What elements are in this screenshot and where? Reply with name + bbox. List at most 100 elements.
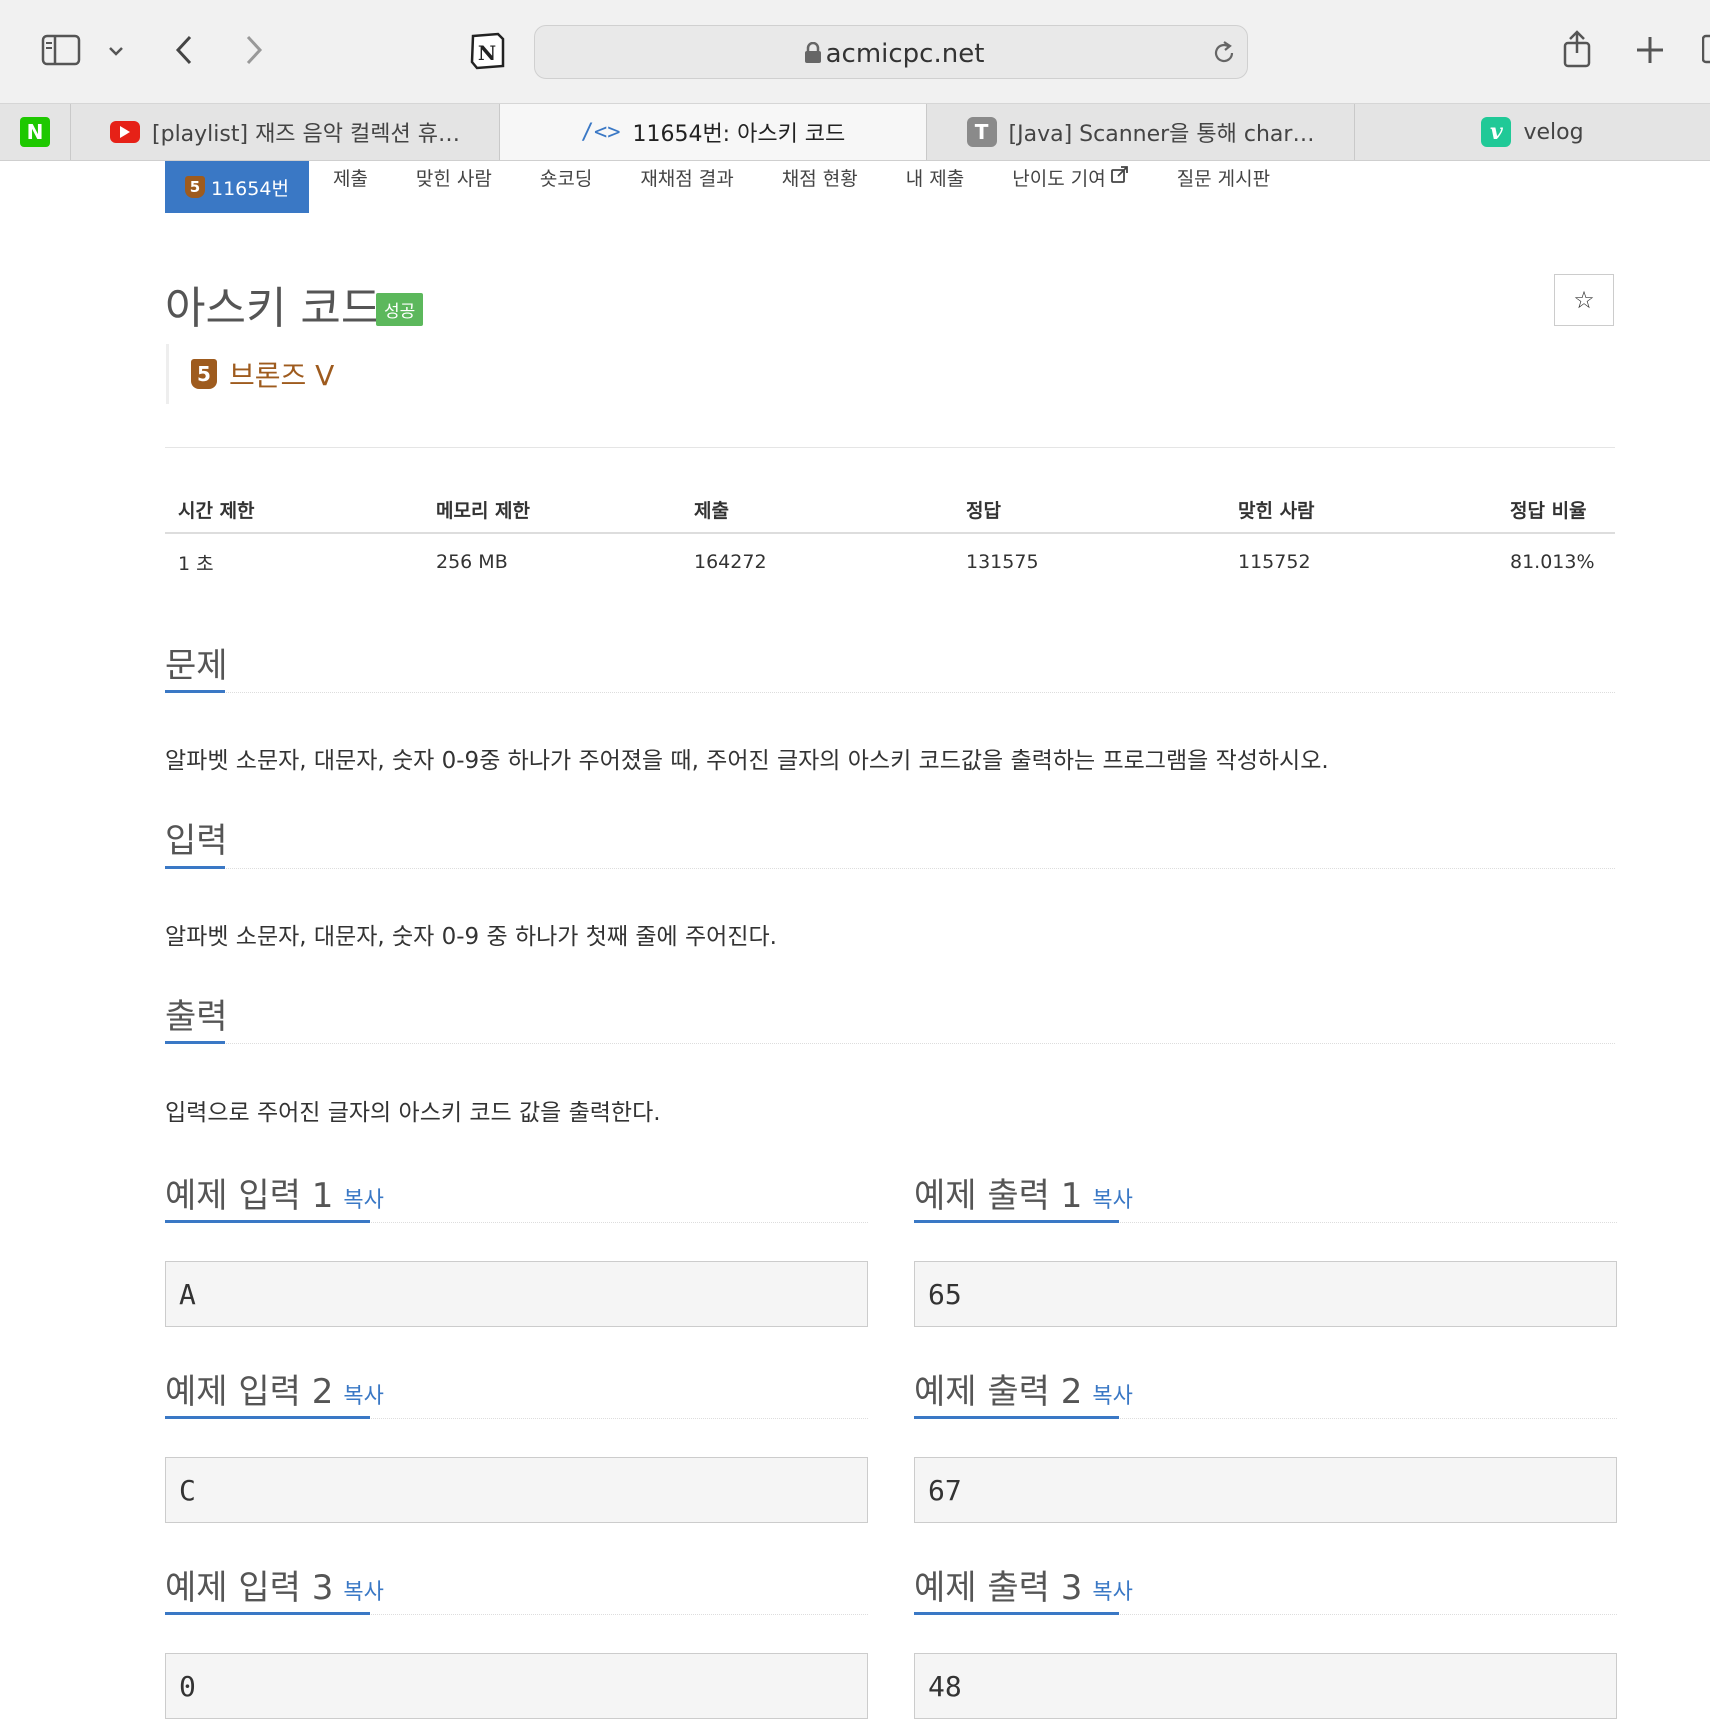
- sample-input-box[interactable]: 0: [165, 1653, 868, 1719]
- sample-input-title: 예제 입력 1 복사: [165, 1168, 384, 1217]
- table-header: 메모리 제한: [423, 486, 681, 534]
- page-title: 아스키 코드: [165, 283, 382, 334]
- subnav-difficulty[interactable]: 난이도 기여: [988, 151, 1152, 203]
- problem-description: 알파벳 소문자, 대문자, 숫자 0-9중 하나가 주어졌을 때, 주어진 글자…: [165, 748, 1329, 774]
- table-header: 맞힌 사람: [1225, 486, 1497, 534]
- table-cell: 256 MB: [436, 551, 508, 573]
- output-description: 입력으로 주어진 글자의 아스키 코드 값을 출력한다.: [165, 1100, 661, 1126]
- tier-label[interactable]: 브론즈 V: [229, 354, 334, 394]
- section-underline: [914, 1416, 1119, 1419]
- copy-button[interactable]: 복사: [1092, 1384, 1132, 1409]
- subnav-my-submissions[interactable]: 내 제출: [882, 151, 988, 203]
- divider: [165, 447, 1615, 448]
- problem-info-table: 시간 제한 메모리 제한 제출 정답 맞힌 사람 정답 비율 1 초 256 M…: [165, 486, 1615, 590]
- subnav-rejudge[interactable]: 재채점 결과: [616, 151, 757, 203]
- tab-overview-icon[interactable]: [1702, 34, 1710, 64]
- subnav-qna-board[interactable]: 질문 게시판: [1153, 151, 1294, 203]
- divider: [165, 1043, 1615, 1045]
- url-text: acmicpc.net: [825, 39, 985, 69]
- section-underline: [914, 1220, 1119, 1223]
- divider: [165, 868, 1615, 870]
- new-tab-icon[interactable]: [1634, 34, 1666, 66]
- external-link-icon: [1110, 165, 1129, 189]
- sample-output-box[interactable]: 67: [914, 1457, 1617, 1523]
- velog-icon: v: [1481, 117, 1512, 147]
- sample-output-box[interactable]: 48: [914, 1653, 1617, 1719]
- bronze-tier-icon: 5: [185, 176, 205, 198]
- copy-button[interactable]: 복사: [343, 1188, 383, 1213]
- forward-icon[interactable]: [238, 32, 270, 68]
- svg-text:N: N: [478, 41, 496, 65]
- subnav-short-coding[interactable]: 숏코딩: [516, 151, 616, 203]
- input-section-title: 입력: [165, 821, 228, 861]
- notion-icon[interactable]: N: [467, 31, 507, 71]
- sample-input-title-text: 예제 입력 3: [165, 1568, 334, 1608]
- bronze-tier-icon: 5: [191, 359, 217, 389]
- table-header-row: 시간 제한 메모리 제한 제출 정답 맞힌 사람 정답 비율: [165, 486, 1615, 534]
- status-badge: 성공: [376, 293, 424, 326]
- code-icon: /<>: [580, 119, 621, 145]
- sample-output-title: 예제 출력 1 복사: [914, 1168, 1133, 1217]
- problem-subnav: 5 11654번 제출 맞힌 사람 숏코딩 재채점 결과 채점 현황 내 제출 …: [165, 161, 1294, 213]
- table-cell: 81.013%: [1510, 551, 1595, 573]
- tab-label: velog: [1523, 119, 1584, 145]
- section-underline: [165, 1416, 370, 1419]
- naver-icon: N: [20, 117, 50, 147]
- copy-button[interactable]: 복사: [343, 1384, 383, 1409]
- sample-output-title-text: 예제 출력 3: [914, 1568, 1083, 1608]
- pinned-tab-naver[interactable]: N: [0, 104, 71, 160]
- table-header: 정답: [953, 486, 1225, 534]
- sample-input-title: 예제 입력 2 복사: [165, 1364, 384, 1413]
- table-cell: 164272: [694, 551, 767, 573]
- subnav-problem-label: 11654번: [211, 177, 289, 200]
- star-icon: ☆: [1573, 286, 1595, 314]
- table-cell: 1 초: [178, 552, 214, 575]
- section-underline: [165, 1612, 370, 1615]
- table-cell: 115752: [1238, 551, 1311, 573]
- table-header: 시간 제한: [165, 486, 423, 534]
- sample-input-title: 예제 입력 3 복사: [165, 1560, 384, 1609]
- favorite-button[interactable]: ☆: [1554, 274, 1614, 326]
- section-underline: [165, 1041, 225, 1044]
- tab-label: 11654번: 아스키 코드: [632, 122, 846, 147]
- sample-input-title-text: 예제 입력 1: [165, 1176, 334, 1216]
- tab-label: [Java] Scanner을 통해 char…: [1008, 122, 1315, 147]
- share-icon[interactable]: [1560, 28, 1594, 70]
- sample-input-title-text: 예제 입력 2: [165, 1372, 334, 1412]
- sample-output-title: 예제 출력 3 복사: [914, 1560, 1133, 1609]
- subnav-solvers[interactable]: 맞힌 사람: [392, 151, 516, 203]
- subnav-submit[interactable]: 제출: [309, 151, 392, 203]
- browser-toolbar: N acmicpc.net: [0, 0, 1710, 104]
- table-header: 제출: [681, 486, 953, 534]
- sample-output-title-text: 예제 출력 2: [914, 1372, 1083, 1412]
- problem-section-title: 문제: [165, 646, 228, 686]
- divider: [165, 692, 1615, 694]
- copy-button[interactable]: 복사: [343, 1580, 383, 1605]
- table-header: 정답 비율: [1497, 486, 1615, 534]
- table-row: 1 초 256 MB 164272 131575 115752 81.013%: [165, 533, 1615, 590]
- sample-output-title-text: 예제 출력 1: [914, 1176, 1083, 1216]
- output-section-title: 출력: [165, 997, 228, 1037]
- tab-label: [playlist] 재즈 음악 컬렉션 휴…: [152, 122, 460, 147]
- section-underline: [165, 866, 225, 869]
- problem-tier: 5 브론즈 V: [166, 344, 334, 404]
- subnav-status[interactable]: 채점 현황: [758, 151, 882, 203]
- sample-output-box[interactable]: 65: [914, 1261, 1617, 1327]
- youtube-icon: [110, 121, 141, 143]
- sample-input-box[interactable]: C: [165, 1457, 868, 1523]
- reload-icon[interactable]: [1211, 40, 1237, 66]
- section-underline: [165, 1220, 370, 1223]
- back-icon[interactable]: [168, 32, 200, 68]
- sidebar-toggle-icon[interactable]: [40, 32, 82, 68]
- input-description: 알파벳 소문자, 대문자, 숫자 0-9 중 하나가 첫째 줄에 주어진다.: [165, 924, 777, 950]
- copy-button[interactable]: 복사: [1092, 1580, 1132, 1605]
- url-bar[interactable]: acmicpc.net: [534, 25, 1248, 79]
- subnav-problem[interactable]: 5 11654번: [165, 161, 309, 213]
- section-underline: [165, 690, 225, 693]
- copy-button[interactable]: 복사: [1092, 1188, 1132, 1213]
- sample-input-box[interactable]: A: [165, 1261, 868, 1327]
- subnav-difficulty-label: 난이도 기여: [1012, 167, 1106, 190]
- chevron-down-icon[interactable]: [104, 40, 128, 62]
- tistory-icon: T: [966, 117, 997, 147]
- tab-velog[interactable]: v velog: [1355, 104, 1710, 160]
